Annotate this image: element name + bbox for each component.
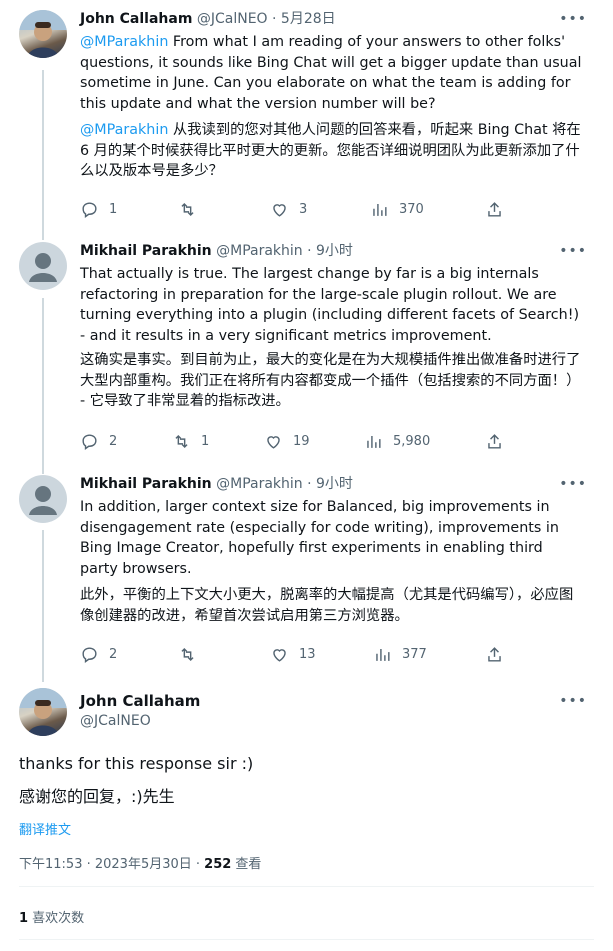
tweet-translation: 此外，平衡的上下文大小更大，脱离率的大幅提高（尤其是代码编写），必应图像创建器的… <box>80 587 574 624</box>
more-dots-icon[interactable]: ••• <box>559 694 587 708</box>
reply-button[interactable]: 1 <box>80 200 117 219</box>
author-meta[interactable]: @MParakhin · 9小时 <box>216 476 353 492</box>
analytics-icon <box>376 648 390 661</box>
views-button[interactable]: 377 <box>373 645 427 664</box>
tweet-text: thanks for this response sir :) <box>19 754 254 773</box>
retweet-icon <box>181 647 194 662</box>
author-name[interactable]: Mikhail Parakhin <box>80 476 212 492</box>
author-name[interactable]: Mikhail Parakhin <box>80 243 212 259</box>
timestamp: 下午11:53 · 2023年5月30日 · 252 查看 <box>19 857 262 872</box>
tweet-text: That actually is true. The largest chang… <box>80 266 580 344</box>
avatar[interactable] <box>19 10 67 58</box>
reply-icon <box>82 647 97 664</box>
tweet-header: Mikhail Parakhin @MParakhin · 9小时 <box>80 242 353 261</box>
author-meta[interactable]: @JCalNEO · 5月28日 <box>197 11 336 27</box>
tweet-header: Mikhail Parakhin @MParakhin · 9小时 <box>80 475 353 494</box>
author-handle[interactable]: @JCalNEO <box>80 711 151 731</box>
share-button[interactable] <box>485 200 514 219</box>
more-dots-icon[interactable]: ••• <box>559 244 587 258</box>
like-button[interactable]: 13 <box>270 645 316 664</box>
avatar[interactable] <box>19 475 67 523</box>
divider <box>19 939 594 940</box>
share-icon <box>488 647 501 662</box>
share-icon <box>488 434 501 449</box>
heart-icon <box>273 649 286 662</box>
analytics-icon <box>367 435 381 448</box>
tweet-actions: 1 3 370 <box>80 200 510 220</box>
share-icon <box>488 202 501 217</box>
heart-icon <box>267 436 280 449</box>
share-button[interactable] <box>485 645 514 664</box>
tweet-text: In addition, larger context size for Bal… <box>80 499 559 577</box>
tweet-header: John Callaham @JCalNEO · 5月28日 <box>80 10 336 29</box>
tweet-actions: 2 13 377 <box>80 645 510 665</box>
analytics-icon <box>373 203 387 216</box>
retweet-icon <box>181 202 194 217</box>
author-name[interactable]: John Callaham <box>80 691 200 711</box>
retweet-icon <box>175 434 188 449</box>
mention-link[interactable]: @MParakhin <box>80 34 168 50</box>
views-button[interactable]: 370 <box>370 200 424 219</box>
views-button[interactable]: 5,980 <box>364 432 430 451</box>
translate-link[interactable]: 翻译推文 <box>19 819 71 838</box>
more-dots-icon[interactable]: ••• <box>559 477 587 491</box>
tweet-translation: @MParakhin 从我读到的您对其他人问题的回答来看，听起来 Bing Ch… <box>80 122 581 179</box>
share-button[interactable] <box>485 432 514 451</box>
avatar[interactable] <box>19 242 67 290</box>
like-button[interactable]: 3 <box>270 200 307 219</box>
author-name[interactable]: John Callaham <box>80 11 192 27</box>
reply-button[interactable]: 2 <box>80 645 117 664</box>
heart-icon <box>273 204 286 217</box>
divider <box>19 886 594 887</box>
reply-button[interactable]: 2 <box>80 432 117 451</box>
reply-icon <box>82 434 97 451</box>
author-meta[interactable]: @MParakhin · 9小时 <box>216 243 353 259</box>
avatar[interactable] <box>19 688 67 736</box>
tweet-translation: 这确实是事实。到目前为止，最大的变化是在为大规模插件推出做准备时进行了大型内部重… <box>80 352 581 409</box>
tweet-translation: 感谢您的回复，:)先生 <box>19 787 175 806</box>
more-dots-icon[interactable]: ••• <box>559 12 587 26</box>
retweet-button[interactable]: 1 <box>172 432 209 451</box>
mention-link[interactable]: @MParakhin <box>80 122 168 138</box>
reply-icon <box>82 202 97 219</box>
retweet-button[interactable] <box>178 200 207 219</box>
retweet-button[interactable] <box>178 645 207 664</box>
tweet-actions: 2 1 19 5,980 <box>80 432 510 452</box>
tweet[interactable]: Mikhail Parakhin @MParakhin · 9小时 ••• In… <box>0 475 613 670</box>
like-button[interactable]: 19 <box>264 432 310 451</box>
tweet[interactable]: John Callaham @JCalNEO · 5月28日 ••• @MPar… <box>0 10 613 230</box>
tweet[interactable]: Mikhail Parakhin @MParakhin · 9小时 ••• Th… <box>0 242 613 457</box>
tweet-text: @MParakhin From what I am reading of you… <box>80 34 582 112</box>
likes-count[interactable]: 1 喜欢次数 <box>19 907 84 926</box>
